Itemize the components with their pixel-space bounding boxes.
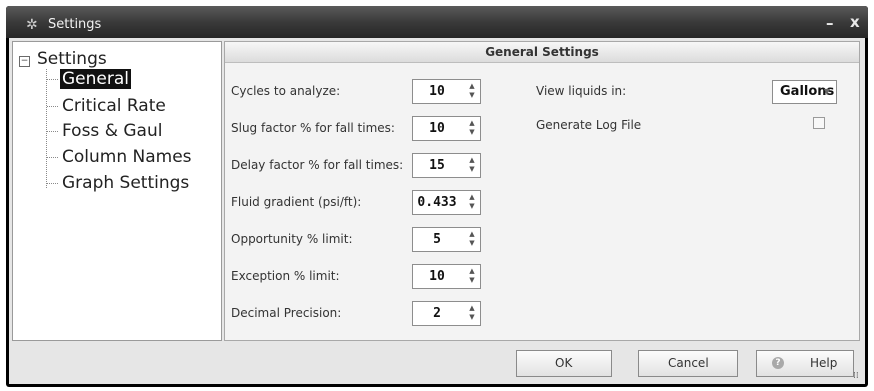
log-file-label: Generate Log File: [536, 118, 642, 132]
tree-item-graph-settings[interactable]: Graph Settings: [60, 173, 191, 193]
log-file-checkbox[interactable]: [813, 117, 825, 129]
opportunity-value[interactable]: 5: [413, 228, 461, 251]
window-title: Settings: [48, 17, 102, 32]
tree-item-critical-rate[interactable]: Critical Rate: [60, 96, 168, 116]
tree-connector: [47, 183, 58, 184]
help-button[interactable]: ? Help: [756, 350, 854, 377]
delay-factor-value[interactable]: 15: [413, 154, 461, 177]
fluid-gradient-spinner[interactable]: 0.433 ▲ ▼: [412, 190, 481, 215]
spin-arrows-icon[interactable]: ▲ ▼: [468, 193, 476, 211]
collapse-icon[interactable]: −: [19, 56, 30, 67]
help-button-label: Help: [810, 356, 838, 370]
tree-root-settings[interactable]: Settings: [37, 49, 107, 69]
opportunity-label: Opportunity % limit:: [231, 232, 353, 246]
general-settings-panel: General Settings Cycles to analyze: 10 ▲…: [224, 41, 860, 341]
tree-item-foss-gaul[interactable]: Foss & Gaul: [60, 121, 164, 141]
spin-arrows-icon[interactable]: ▲ ▼: [468, 230, 476, 248]
delay-factor-label: Delay factor % for fall times:: [231, 158, 404, 172]
exception-label: Exception % limit:: [231, 269, 340, 283]
tree-connector: [47, 106, 58, 107]
settings-tree: − Settings General Critical Rate Foss & …: [12, 41, 222, 341]
tree-connector: [47, 79, 58, 80]
delay-factor-spinner[interactable]: 15 ▲ ▼: [412, 153, 481, 178]
tree-connector: [46, 69, 47, 188]
spin-arrows-icon[interactable]: ▲ ▼: [468, 267, 476, 285]
slug-factor-label: Slug factor % for fall times:: [231, 121, 395, 135]
gear-icon: ✲: [26, 17, 38, 33]
spin-arrows-icon[interactable]: ▲ ▼: [468, 156, 476, 174]
ok-button[interactable]: OK: [516, 350, 612, 377]
title-bar[interactable]: ✲ Settings – x: [6, 6, 868, 38]
opportunity-spinner[interactable]: 5 ▲ ▼: [412, 227, 481, 252]
tree-connector: [47, 157, 58, 158]
tree-item-general[interactable]: General: [60, 69, 131, 89]
help-icon: ?: [772, 357, 784, 369]
ok-button-label: OK: [555, 356, 573, 370]
panel-title: General Settings: [225, 42, 859, 63]
view-liquids-label: View liquids in:: [536, 84, 627, 98]
exception-value[interactable]: 10: [413, 265, 461, 288]
decimal-precision-label: Decimal Precision:: [231, 306, 342, 320]
slug-factor-spinner[interactable]: 10 ▲ ▼: [412, 116, 481, 141]
exception-spinner[interactable]: 10 ▲ ▼: [412, 264, 481, 289]
cycles-value[interactable]: 10: [413, 80, 461, 103]
window-client: − Settings General Critical Rate Foss & …: [9, 38, 865, 384]
spin-arrows-icon[interactable]: ▲ ▼: [468, 82, 476, 100]
cycles-label: Cycles to analyze:: [231, 84, 341, 98]
decimal-precision-value[interactable]: 2: [413, 302, 461, 325]
fluid-gradient-value[interactable]: 0.433: [413, 191, 461, 214]
tree-connector: [47, 131, 58, 132]
minimize-icon[interactable]: –: [826, 16, 834, 31]
slug-factor-value[interactable]: 10: [413, 117, 461, 140]
view-liquids-select[interactable]: Gallons ▼: [772, 80, 837, 104]
close-icon[interactable]: x: [850, 15, 860, 30]
decimal-precision-spinner[interactable]: 2 ▲ ▼: [412, 301, 481, 326]
cancel-button[interactable]: Cancel: [638, 350, 738, 377]
spin-arrows-icon[interactable]: ▲ ▼: [468, 304, 476, 322]
dropdown-arrow-icon[interactable]: ▼: [824, 81, 830, 103]
cycles-spinner[interactable]: 10 ▲ ▼: [412, 79, 481, 104]
fluid-gradient-label: Fluid gradient (psi/ft):: [231, 195, 362, 209]
cancel-button-label: Cancel: [668, 356, 709, 370]
tree-item-column-names[interactable]: Column Names: [60, 147, 194, 167]
resize-grip-icon[interactable]: ⁞⁞: [853, 372, 859, 381]
spin-arrows-icon[interactable]: ▲ ▼: [468, 119, 476, 137]
